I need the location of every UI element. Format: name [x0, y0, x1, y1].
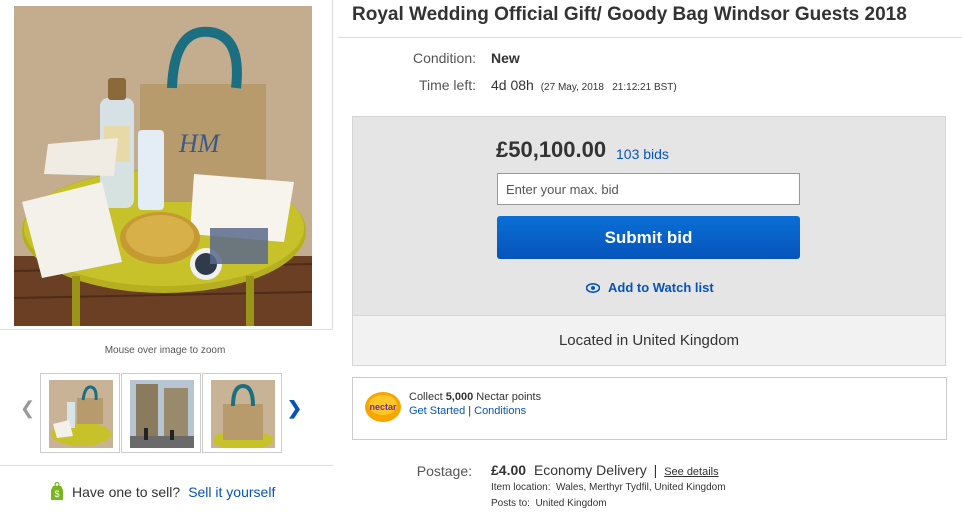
nectar-logo: nectar: [364, 391, 402, 423]
condition-label: Condition:: [412, 50, 476, 66]
watch-label: Add to Watch list: [608, 280, 714, 295]
thumbnail-1[interactable]: [40, 373, 120, 453]
thumbnail-2[interactable]: [121, 373, 201, 453]
divider: [338, 37, 962, 38]
item-location: Item location: Wales, Merthyr Tydfil, Un…: [491, 482, 726, 493]
time-left-end: (27 May, 2018 21:12:21 BST): [540, 82, 677, 93]
item-location-banner: Located in United Kingdom: [352, 316, 946, 366]
time-left: 4d 08h (27 May, 2018 21:12:21 BST): [491, 77, 677, 93]
sell-row: $ Have one to sell? Sell it yourself: [50, 482, 275, 502]
chevron-left-icon[interactable]: ❮: [20, 398, 35, 419]
nectar-points: 5,000: [445, 391, 474, 403]
sell-it-yourself-link[interactable]: Sell it yourself: [188, 484, 275, 500]
see-details-link[interactable]: See details: [664, 466, 718, 478]
postage-value: £4.00 Economy Delivery | See details: [491, 462, 719, 478]
submit-bid-button[interactable]: Submit bid: [497, 216, 800, 259]
max-bid-input[interactable]: [497, 173, 800, 205]
separator: |: [468, 405, 472, 417]
thumbnail-image: [130, 380, 194, 448]
add-to-watch-list[interactable]: Add to Watch list: [586, 280, 714, 295]
thumbnail-image: [211, 380, 275, 448]
svg-text:$: $: [54, 489, 59, 499]
nectar-collect-text: Collect 5,000 Nectar points: [409, 391, 541, 403]
postage-cost: £4.00: [491, 462, 527, 478]
postage-label: Postage:: [416, 463, 472, 479]
time-left-label: Time left:: [418, 77, 476, 93]
zoom-hint: Mouse over image to zoom: [104, 345, 226, 356]
sell-prompt: Have one to sell?: [72, 484, 181, 500]
nectar-collect-suffix: Nectar points: [473, 391, 542, 403]
posts-to: Posts to: United Kingdom: [491, 498, 607, 509]
current-price: £50,100.00: [496, 137, 607, 162]
thumbnail-3[interactable]: [202, 373, 282, 453]
thumbnail-image: [49, 380, 113, 448]
chevron-right-icon[interactable]: ❯: [287, 398, 302, 419]
bid-count-link[interactable]: 103 bids: [616, 146, 669, 162]
separator: |: [653, 462, 658, 478]
eye-icon: [586, 282, 600, 293]
nectar-collect-prefix: Collect: [409, 391, 446, 403]
item-title: Royal Wedding Official Gift/ Goody Bag W…: [352, 4, 907, 25]
condition-value: New: [491, 50, 520, 66]
main-item-image[interactable]: HM: [14, 6, 312, 326]
time-left-value: 4d 08h: [491, 77, 534, 93]
price-tag-icon: $: [51, 482, 63, 500]
get-started-link[interactable]: Get Started: [409, 405, 465, 417]
conditions-link[interactable]: Conditions: [474, 405, 526, 417]
nectar-links: Get Started | Conditions: [409, 405, 526, 417]
nectar-logo-text: nectar: [369, 402, 397, 412]
svg-text:HM: HM: [178, 129, 221, 158]
postage-service: Economy Delivery: [533, 462, 647, 478]
divider: [0, 465, 333, 466]
